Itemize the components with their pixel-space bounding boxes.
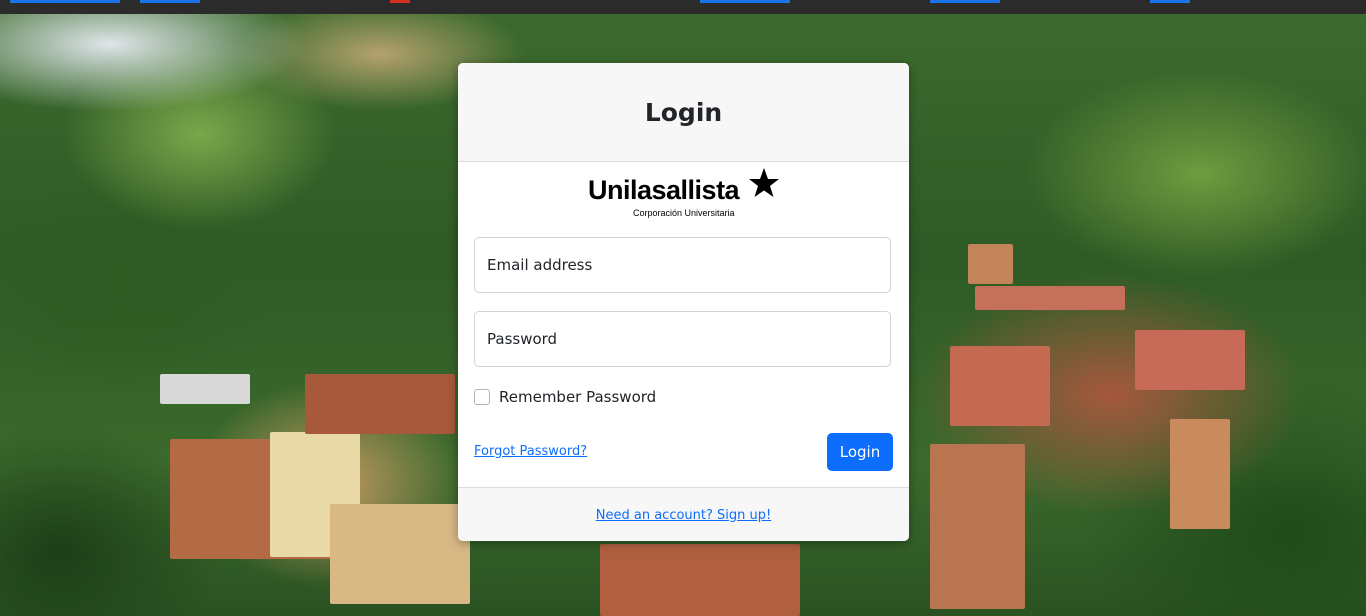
email-field[interactable] [474,237,891,293]
card-footer: Need an account? Sign up! [458,487,909,541]
remember-password-checkbox[interactable] [474,389,490,405]
card-header: Login [458,63,909,162]
browser-top-strip [0,0,1366,14]
login-title: Login [644,97,723,127]
signup-link[interactable]: Need an account? Sign up! [596,508,771,523]
login-card: Login Unilasallista Corporación Universi… [458,63,909,541]
logo-wordmark: Unilasallista [588,175,740,205]
forgot-password-link[interactable]: Forgot Password? [474,444,587,459]
password-input[interactable] [475,312,890,366]
remember-password-label: Remember Password [499,388,657,406]
email-input[interactable] [475,238,890,292]
unilasallista-logo: Unilasallista Corporación Universitaria [588,167,783,219]
remember-password-row[interactable]: Remember Password [474,388,656,406]
star-icon [749,168,779,197]
logo-tagline: Corporación Universitaria [633,208,735,218]
password-field[interactable] [474,311,891,367]
login-button[interactable]: Login [827,433,893,471]
